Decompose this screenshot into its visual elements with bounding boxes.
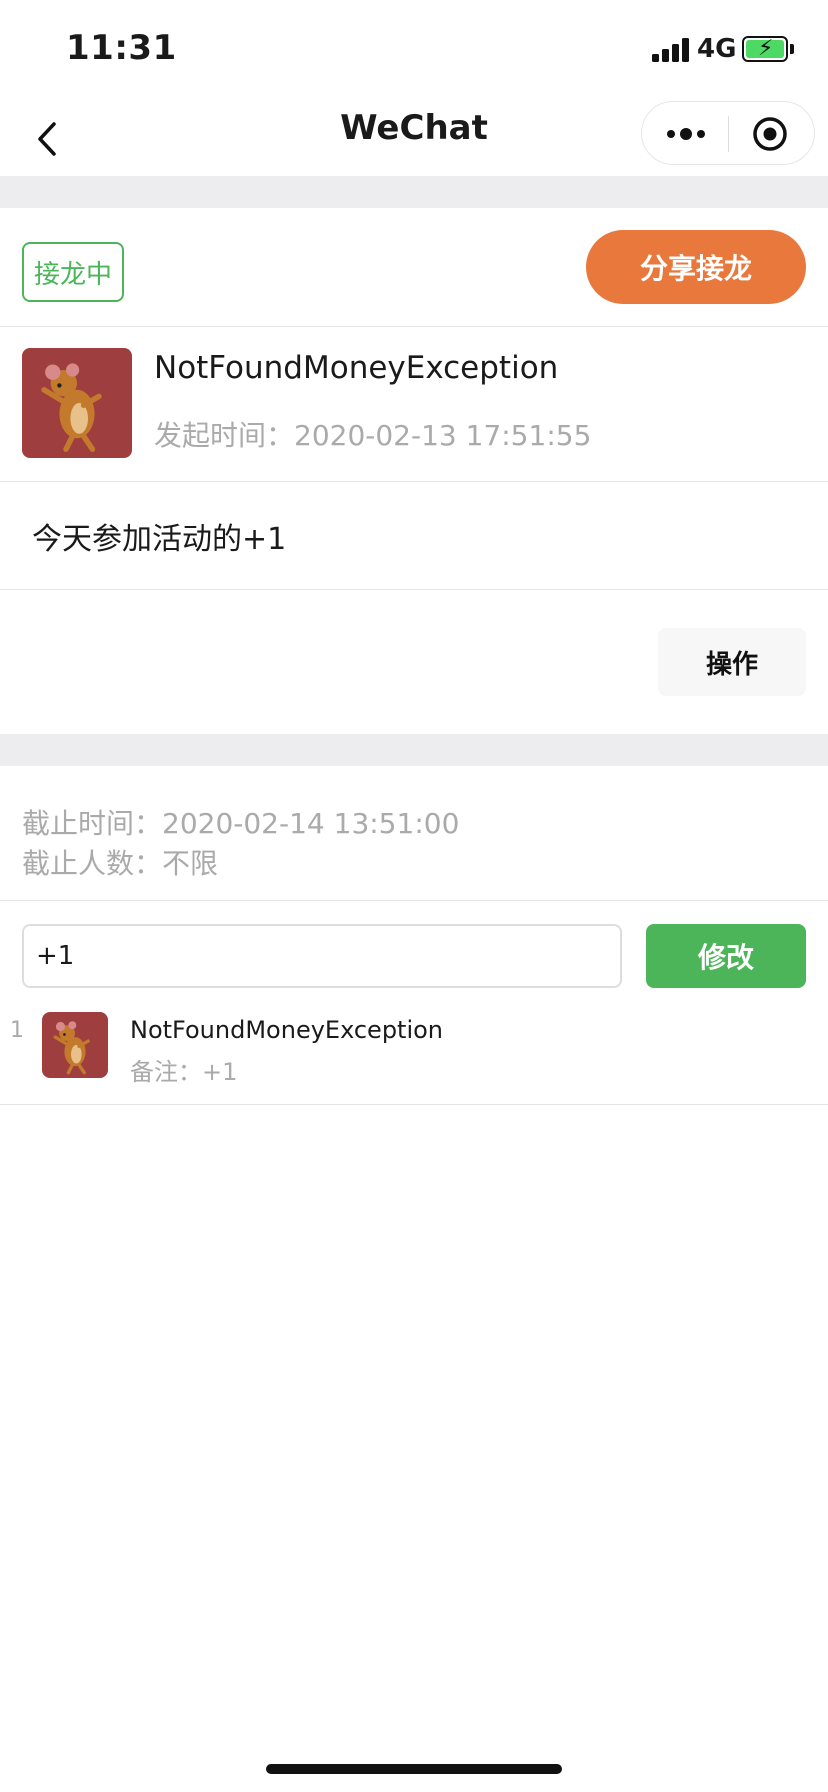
status-bar: 11:31 4G ⚡ (0, 0, 828, 100)
participant-name: NotFoundMoneyException (130, 1016, 444, 1044)
close-miniprogram-icon[interactable] (752, 116, 788, 152)
modify-button[interactable]: 修改 (646, 924, 806, 988)
creator-avatar[interactable] (22, 348, 132, 458)
signal-icon (652, 38, 692, 62)
jerry-avatar-image (41, 363, 102, 452)
status-time: 11:31 (66, 28, 177, 68)
participant-note: 备注：+1 (130, 1058, 238, 1086)
divider (0, 900, 828, 901)
creator-name: NotFoundMoneyException (154, 350, 559, 386)
deadline-time: 截止时间：2020-02-14 13:51:00 (22, 807, 460, 840)
battery-cap (790, 44, 794, 54)
divider (0, 1104, 828, 1105)
deadline-count: 截止人数：不限 (22, 847, 219, 880)
capsule-divider (728, 116, 729, 152)
divider (0, 481, 828, 482)
note-input[interactable] (22, 924, 622, 988)
divider (0, 589, 828, 590)
battery-icon: ⚡ (742, 36, 788, 62)
nav-bar: WeChat (0, 100, 828, 176)
status-badge: 接龙中 (22, 242, 124, 302)
created-time: 发起时间：2020-02-13 17:51:55 (154, 419, 592, 452)
section-gap (0, 734, 828, 766)
operation-button[interactable]: 操作 (658, 628, 806, 696)
home-indicator[interactable] (266, 1764, 562, 1774)
activity-description: 今天参加活动的+1 (32, 522, 287, 557)
jerry-avatar-image (53, 1021, 90, 1075)
more-icon[interactable] (664, 116, 708, 152)
participant-avatar (42, 1012, 108, 1078)
network-type: 4G (697, 34, 737, 64)
divider (0, 326, 828, 327)
section-gap (0, 176, 828, 208)
participant-index: 1 (10, 1018, 24, 1043)
share-button[interactable]: 分享接龙 (586, 230, 806, 304)
mini-program-capsule (641, 101, 815, 165)
